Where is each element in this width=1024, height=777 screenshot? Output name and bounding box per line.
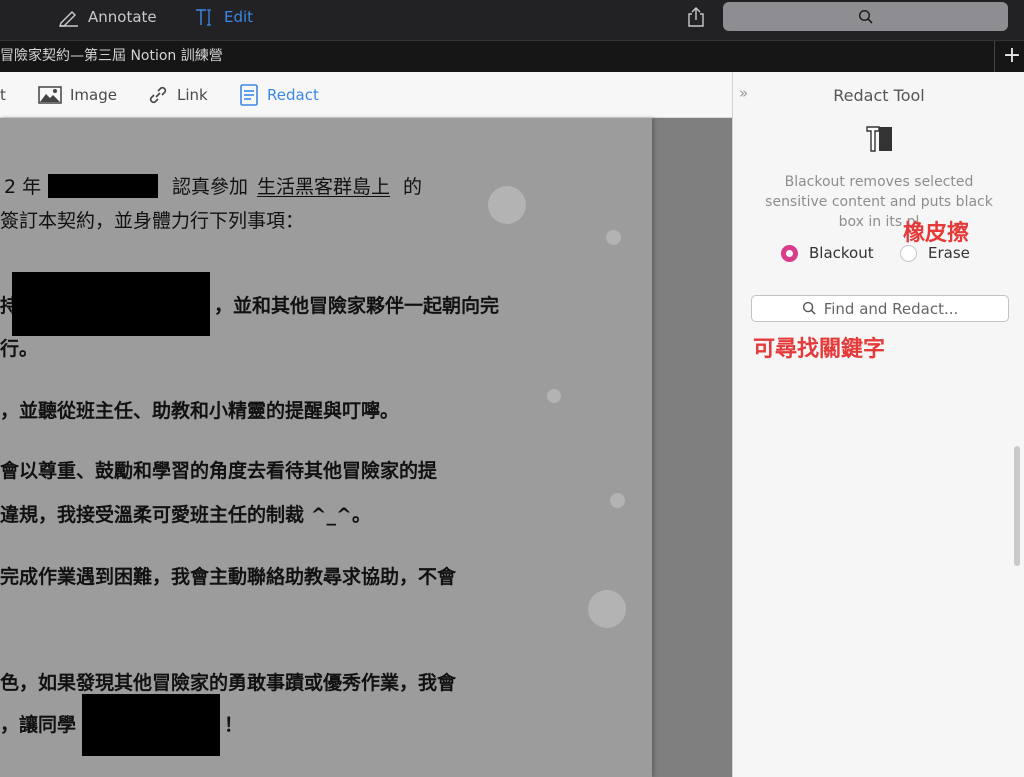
text-line[interactable]: 完成作業遇到困難，我會主動聯絡助教尋求協助，不會 [0,564,456,590]
blackout-label: Blackout [809,244,874,262]
search-icon [802,301,816,315]
redact-tool-icon [866,126,892,152]
share-icon[interactable] [684,6,708,28]
text-line[interactable]: ，讓同學 [0,712,76,738]
link-icon [149,86,167,104]
tab-bar: 冒險家契約—第三屆 Notion 訓練營 + [0,40,1024,72]
new-tab-plus-icon[interactable]: + [1000,41,1024,72]
radio-selected-icon [781,244,798,262]
annotation-eraser: 橡皮擦 [903,221,970,246]
redaction-box[interactable] [12,272,210,336]
text-line[interactable]: 的 [403,174,422,200]
blackout-radio[interactable]: Blackout [781,244,874,262]
redaction-box[interactable] [48,174,158,198]
text-line[interactable]: 違規，我接受溫柔可愛班主任的制裁 ^_^。 [0,502,371,528]
search-icon [858,9,873,24]
text-line[interactable]: 會以尊重、鼓勵和學習的角度去看待其他冒險家的提 [0,458,437,484]
redaction-box[interactable] [82,694,220,756]
text-tool-button[interactable]: t [0,72,6,118]
text-line[interactable]: 2 年 [4,174,41,200]
search-field[interactable] [723,2,1008,31]
panel-scrollbar[interactable] [1014,446,1020,566]
tab-divider [994,41,995,72]
image-tool-label: Image [70,86,117,104]
decorative-circle [588,590,626,628]
redact-tool-panel: » Redact Tool Blackout removes selected … [732,72,1024,777]
link-tool-label: Link [177,86,208,104]
image-icon [38,86,62,104]
image-tool-button[interactable]: Image [38,72,117,118]
underlined-text: 生活黑客群島上 [257,176,391,198]
text-line-underlined[interactable]: 生活黑客群島上 [257,174,390,200]
annotation-find-keyword: 可尋找關鍵字 [753,337,886,362]
redact-tool-button[interactable]: Redact [239,72,319,118]
text-line[interactable]: 認真參加 [172,174,248,200]
text-cursor-icon [196,9,211,26]
decorative-circle [610,493,625,508]
edit-label: Edit [224,8,254,26]
edit-mode-button[interactable]: Edit [194,0,253,34]
document-page[interactable]: 2 年 認真參加 生活黑客群島上 的 簽訂本契約，並身體力行下列事項： 持 ，並… [0,118,652,777]
top-toolbar: Annotate Edit [0,0,1024,40]
document-canvas: 2 年 認真參加 生活黑客群島上 的 簽訂本契約，並身體力行下列事項： 持 ，並… [0,118,732,777]
text-line[interactable]: 色，如果發現其他冒險家的勇敢事蹟或優秀作業，我會 [0,670,456,696]
link-tool-button[interactable]: Link [147,72,208,118]
annotate-label: Annotate [88,8,157,26]
pen-icon [59,11,78,27]
text-line[interactable]: ，並和其他冒險家夥伴一起朝向完 [214,293,499,319]
document-icon [240,84,258,106]
text-tool-label: t [0,86,6,104]
decorative-circle [488,186,526,224]
text-line[interactable]: ！ [224,712,243,738]
decorative-circle [547,389,561,403]
text-line[interactable]: 行。 [0,336,38,362]
decorative-circle [606,230,621,245]
annotate-mode-button[interactable]: Annotate [58,0,157,34]
redact-tool-label: Redact [267,86,319,104]
radio-unselected-icon [900,244,917,262]
panel-title: Redact Tool [833,86,925,105]
text-line[interactable]: ，並聽從班主任、助教和小精靈的提醒與叮嚀。 [0,398,399,424]
text-line[interactable]: 簽訂本契約，並身體力行下列事項： [0,208,304,234]
document-tab[interactable]: 冒險家契約—第三屆 Notion 訓練營 [0,41,223,72]
find-and-redact-field[interactable]: Find and Redact... [751,295,1009,322]
edit-toolbar: t Image Link Redact [0,72,732,118]
find-placeholder: Find and Redact... [823,299,959,318]
